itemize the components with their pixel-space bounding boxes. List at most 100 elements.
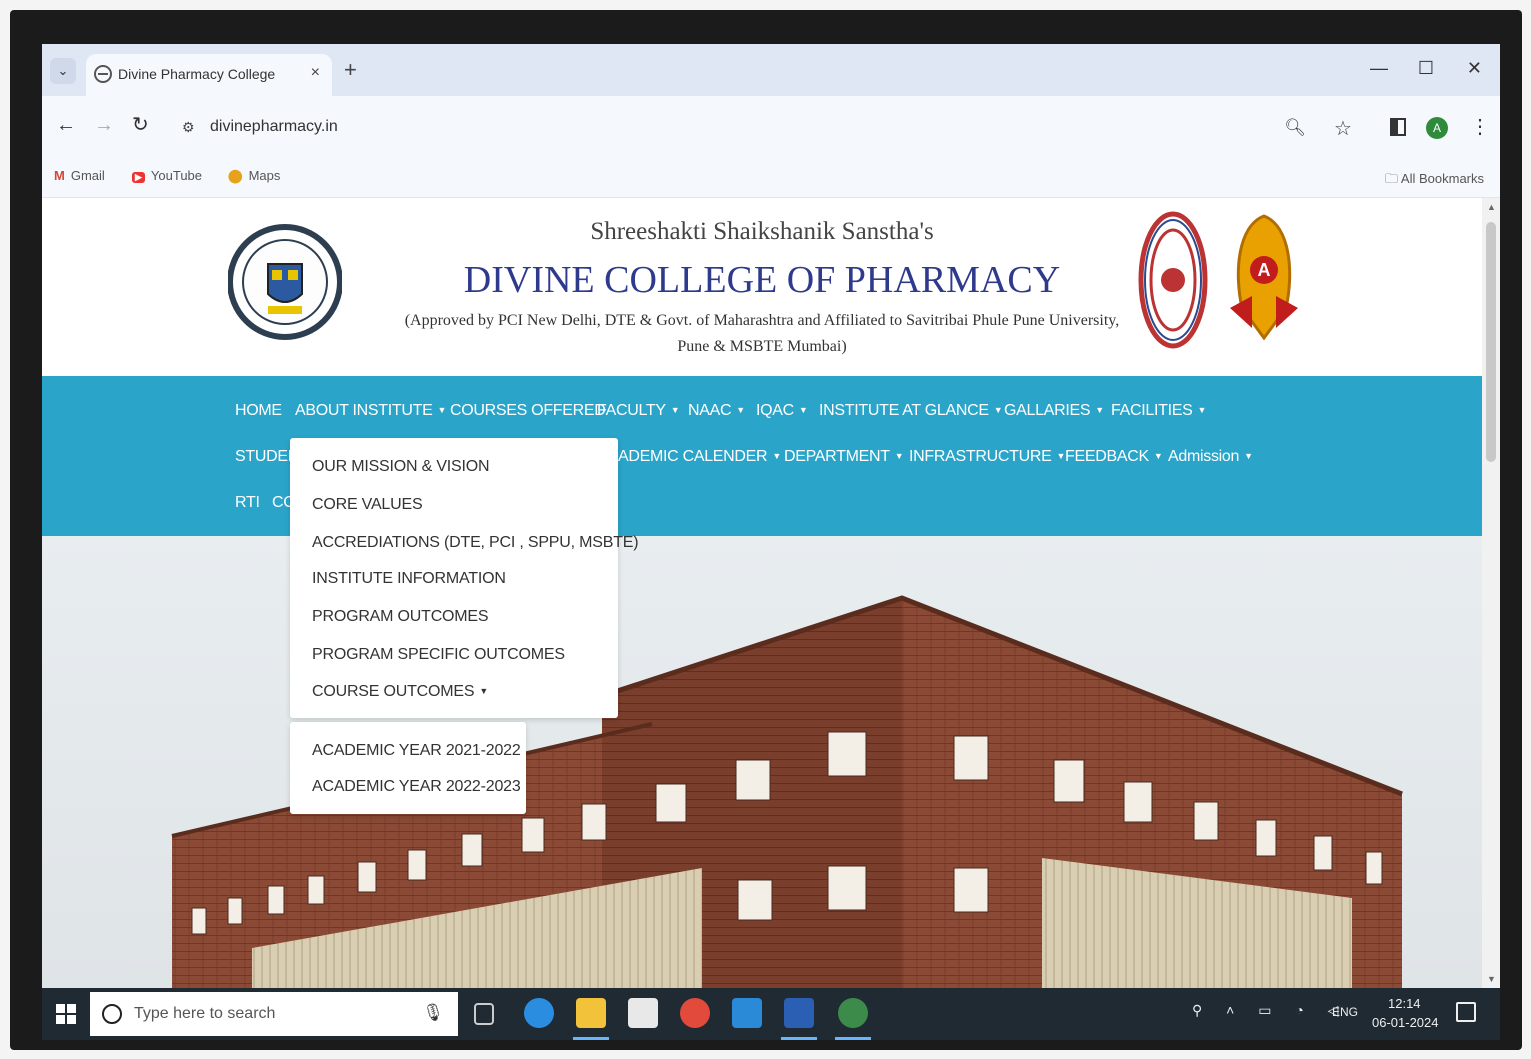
microphone-icon[interactable]: 🎙︎ [422, 1003, 444, 1023]
chrome-profile-icon[interactable] [838, 998, 868, 1028]
maps-icon: ⬤ [228, 168, 243, 183]
notification-center-icon[interactable] [1456, 1002, 1476, 1022]
minimize-icon[interactable]: — [1370, 58, 1388, 79]
scroll-up-icon[interactable]: ▲ [1487, 202, 1496, 212]
taskbar-search-box[interactable]: Type here to search 🎙︎ [90, 992, 458, 1036]
caret-down-icon: ▼ [1056, 451, 1066, 461]
dropdown-item-program-outcomes[interactable]: PROGRAM OUTCOMES [312, 608, 489, 626]
maximize-icon[interactable]: ☐ [1418, 58, 1434, 79]
task-view-icon[interactable] [474, 1003, 494, 1025]
dropdown-item-mission-vision[interactable]: OUR MISSION & VISION [312, 458, 490, 476]
nav-institute-at-glance[interactable]: INSTITUTE AT GLANCE ▼ [819, 402, 1003, 420]
main-navigation: HOME ABOUT INSTITUTE ▼ COURSES OFFERED FA… [42, 376, 1482, 536]
college-header: Shreeshakti Shaikshanik Sanstha's DIVINE… [42, 198, 1482, 376]
side-panel-icon[interactable] [1390, 118, 1406, 136]
caret-down-icon: ▼ [437, 405, 447, 415]
back-arrow-icon[interactable]: ← [56, 114, 76, 137]
dropdown-item-institute-information[interactable]: INSTITUTE INFORMATION [312, 570, 506, 588]
caret-down-icon: ▼ [798, 405, 808, 415]
nav-rti[interactable]: RTI [235, 494, 260, 512]
all-bookmarks[interactable]: 🗀 All Bookmarks [1385, 170, 1484, 192]
zoom-icon[interactable]: 🔍︎ [1284, 118, 1306, 138]
bookmark-star-icon[interactable]: ☆ [1334, 116, 1352, 141]
word-icon[interactable] [784, 998, 814, 1028]
new-tab-button[interactable]: + [344, 57, 357, 83]
bookmark-youtube[interactable]: ▶ YouTube [132, 168, 202, 183]
submenu-item-year-2022-2023[interactable]: ACADEMIC YEAR 2022-2023 [312, 778, 521, 796]
bookmark-gmail[interactable]: M Gmail [54, 168, 105, 183]
dropdown-item-accreditations[interactable]: ACCREDIATIONS (DTE, PCI , SPPU, MSBTE) [312, 534, 639, 552]
dropdown-item-core-values[interactable]: CORE VALUES [312, 496, 423, 514]
profile-avatar[interactable]: A [1426, 117, 1448, 139]
submenu-item-year-2021-2022[interactable]: ACADEMIC YEAR 2021-2022 [312, 742, 521, 760]
nav-label: HOME [235, 402, 282, 419]
nav-feedback[interactable]: FEEDBACK ▼ [1065, 448, 1163, 466]
chrome-icon[interactable] [680, 998, 710, 1028]
nav-facilities[interactable]: FACILITIES ▼ [1111, 402, 1206, 420]
monitor-bezel: ⌄ Divine Pharmacy College × + — ☐ ✕ ← → … [10, 10, 1522, 1050]
system-tray-icons[interactable]: ⚲ ˄ ▭ ◔ ◁ [1192, 1002, 1348, 1019]
nav-label: ABOUT INSTITUTE [295, 402, 433, 419]
naac-badge-logo: A [1230, 214, 1298, 341]
caret-down-icon: ▼ [670, 405, 680, 415]
nav-faculty[interactable]: FACULTY ▼ [597, 402, 680, 420]
reload-icon[interactable]: ↻ [132, 112, 149, 137]
caret-down-icon: ▼ [993, 405, 1003, 415]
scroll-thumb[interactable] [1486, 222, 1496, 462]
scroll-down-icon[interactable]: ▼ [1487, 974, 1496, 984]
clock-date[interactable]: 06-01-2024 [1372, 1015, 1439, 1030]
browser-tab[interactable]: Divine Pharmacy College × [86, 54, 332, 96]
nav-about-institute[interactable]: ABOUT INSTITUTE ▼ [295, 402, 446, 420]
url-text[interactable]: divinepharmacy.in [210, 118, 338, 136]
file-explorer-icon[interactable] [576, 998, 606, 1028]
nav-label: IQAC [756, 402, 794, 419]
store-icon[interactable] [628, 998, 658, 1028]
bookmark-maps[interactable]: ⬤ Maps [228, 168, 280, 184]
caret-down-icon: ▼ [1153, 451, 1163, 461]
nav-department[interactable]: DEPARTMENT ▼ [784, 448, 904, 466]
language-indicator[interactable]: ENG [1332, 1005, 1358, 1019]
nav-naac[interactable]: NAAC ▼ [688, 402, 745, 420]
nav-label: FACILITIES [1111, 402, 1193, 419]
nav-iqac[interactable]: IQAC ▼ [756, 402, 808, 420]
nav-label: RTI [235, 494, 260, 511]
nav-home[interactable]: HOME [235, 402, 282, 420]
address-bar[interactable]: ⚙ divinepharmacy.in 🔍︎ [168, 108, 1306, 146]
caret-down-icon: ▼ [479, 686, 489, 696]
site-info-icon[interactable]: ⚙ [182, 119, 195, 136]
nav-galleries[interactable]: GALLARIES ▼ [1004, 402, 1104, 420]
close-icon[interactable]: ✕ [1467, 58, 1482, 79]
tab-search-icon[interactable]: ⌄ [50, 58, 76, 84]
page-scrollbar[interactable]: ▲ ▼ [1482, 198, 1500, 988]
dropdown-item-program-specific-outcomes[interactable]: PROGRAM SPECIFIC OUTCOMES [312, 646, 565, 664]
taskbar-search-placeholder[interactable]: Type here to search [134, 1005, 275, 1023]
nav-courses-offered[interactable]: COURSES OFFERED [450, 402, 606, 420]
windows-taskbar: Type here to search 🎙︎ ⚲ ˄ ▭ ◔ ◁ ENG 12:… [42, 988, 1500, 1040]
caret-down-icon: ▼ [1197, 405, 1207, 415]
nav-label: INSTITUTE AT GLANCE [819, 402, 989, 419]
caret-down-icon: ▼ [736, 405, 745, 415]
dropdown-item-course-outcomes[interactable]: COURSE OUTCOMES ▼ [312, 683, 488, 701]
clock-time[interactable]: 12:14 [1388, 996, 1421, 1011]
nav-label: INFRASTRUCTURE [909, 448, 1052, 465]
tab-close-icon[interactable]: × [311, 64, 320, 82]
dropdown-item-label: COURSE OUTCOMES [312, 683, 475, 700]
browser-toolbar: ← → ↻ ⚙ divinepharmacy.in 🔍︎ ☆ A ⋮ [42, 96, 1500, 158]
naac-letter: A [1258, 260, 1271, 280]
caret-down-icon: ▼ [1095, 405, 1104, 415]
forward-arrow-icon[interactable]: → [94, 114, 114, 137]
mail-icon[interactable] [732, 998, 762, 1028]
nav-admission[interactable]: Admission ▼ [1168, 448, 1253, 466]
caret-down-icon: ▼ [772, 451, 781, 461]
nav-label: FEEDBACK [1065, 448, 1149, 465]
windows-start-icon[interactable] [56, 1004, 76, 1024]
nav-label: COURSES OFFERED [450, 402, 606, 419]
edge-icon[interactable] [524, 998, 554, 1028]
nav-infrastructure[interactable]: INFRASTRUCTURE ▼ [909, 448, 1065, 466]
nav-academic-calender[interactable]: ADEMIC CALENDER ▼ [618, 448, 781, 466]
course-outcomes-submenu: ACADEMIC YEAR 2021-2022 ACADEMIC YEAR 20… [290, 722, 526, 814]
tab-strip: ⌄ Divine Pharmacy College × + — ☐ ✕ [42, 44, 1500, 96]
kebab-menu-icon[interactable]: ⋮ [1470, 114, 1490, 139]
caret-down-icon: ▼ [1244, 451, 1253, 461]
screen: ⌄ Divine Pharmacy College × + — ☐ ✕ ← → … [42, 44, 1500, 1040]
